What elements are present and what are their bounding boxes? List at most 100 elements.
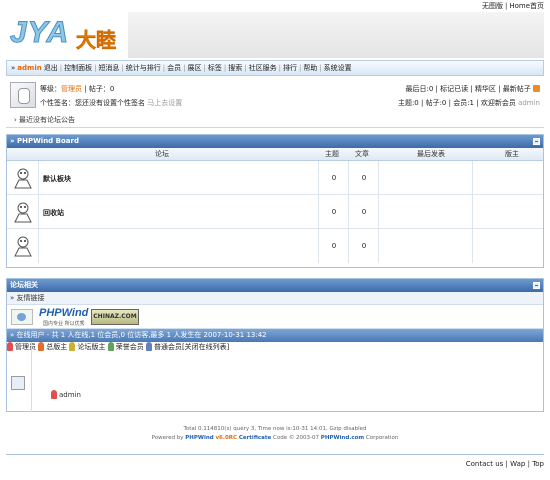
- nav-bullet: »: [11, 64, 16, 72]
- legend-member: 普通会员[关闭在线列表]: [145, 342, 229, 351]
- level-value: 管理员: [61, 85, 82, 93]
- nav-item-showcase[interactable]: 展区: [188, 63, 202, 73]
- notice-bullet: ›: [14, 116, 17, 124]
- forum-name[interactable]: 默认板块: [43, 174, 71, 184]
- post-count: | 帖子：0: [84, 85, 115, 93]
- notice-line: › 最近没有论坛公告: [14, 115, 75, 125]
- forum-row[interactable]: 回收站 0 0: [7, 195, 543, 229]
- legend-moderator: 论坛版主: [69, 342, 105, 351]
- quick-links: 最后日:0 | 标记已读 | 精华区 | 最新帖子: [405, 84, 540, 94]
- main-nav: » admin 退出 | 控制面板 | 短消息 | 统计与排行 | 会员 | 展区 | 标签…: [6, 60, 544, 76]
- forum-board: » PHPWind Board 论坛 主题 文章 最后发表 版主 默认板块 0 …: [6, 134, 544, 268]
- forum-icon-cell: [7, 195, 39, 229]
- site-logo[interactable]: JYA 大睦: [6, 12, 128, 58]
- separator: |: [94, 64, 97, 72]
- separator: |: [470, 85, 473, 93]
- nav-item-search[interactable]: 搜索: [228, 63, 242, 73]
- footer-debug-line: Total 0.114810(s) query 3, Time now is:1…: [183, 426, 367, 432]
- nav-item-help[interactable]: 帮助: [303, 63, 317, 73]
- separator: |: [278, 64, 281, 72]
- logo-latin: JYA: [9, 16, 70, 50]
- board-title-bar: » PHPWind Board: [7, 135, 543, 148]
- powered-by: Powered by: [151, 435, 184, 441]
- online-user[interactable]: admin: [51, 390, 81, 399]
- close-online-list-link[interactable]: [关闭在线列表]: [182, 343, 229, 351]
- nav-item-logout[interactable]: 退出: [44, 63, 58, 73]
- legend-label: 普通会员: [153, 343, 182, 351]
- pawn-icon: [107, 342, 114, 351]
- top-links: 无图版 | Home首页: [482, 1, 544, 11]
- group-legend: 管理员 总版主 论坛版主 荣誉会员 普通会员[关闭在线列表]: [7, 342, 543, 352]
- nav-item-ranking[interactable]: 排行: [283, 63, 297, 73]
- bottom-links: Contact us | Wap | Top: [466, 460, 544, 468]
- level-label: 等级：: [40, 85, 61, 93]
- collapse-icon[interactable]: [533, 282, 540, 289]
- forum-name-cell: [39, 195, 319, 229]
- nav-item-members[interactable]: 会员: [167, 63, 181, 73]
- pawn-icon: [38, 342, 45, 351]
- forum-posts: 0: [361, 242, 367, 250]
- phpwind-link[interactable]: PHPWind: [39, 307, 88, 319]
- mark-read-link[interactable]: 标记已读: [440, 85, 468, 93]
- online-username: admin: [59, 391, 81, 399]
- nav-item-tags[interactable]: 标签: [208, 63, 222, 73]
- user-level-line: 等级：管理员 | 帖子：0: [40, 84, 114, 94]
- contact-link[interactable]: Contact us: [466, 460, 504, 468]
- separator: |: [435, 85, 438, 93]
- chinaz-link[interactable]: CHINAZ.COM: [91, 309, 139, 325]
- nav-item-settings[interactable]: 系统设置: [324, 63, 352, 73]
- forum-stats-text: 主题:0 | 帖子:0 | 会员:1 | 欢迎新会员: [397, 99, 516, 107]
- wap-link[interactable]: Wap: [510, 460, 525, 468]
- latest-posts-link[interactable]: 最新帖子: [503, 85, 531, 93]
- rss-icon[interactable]: [533, 85, 540, 92]
- forum-row[interactable]: 0 0: [7, 229, 543, 263]
- online-users-title: » 在线用户 - 共 1 人在线,1 位会员,0 位访客,最多 1 人发生在 2…: [10, 331, 267, 339]
- set-signature-link[interactable]: 马上去设置: [147, 99, 182, 107]
- separator: |: [203, 64, 206, 72]
- col-moderator: 版主: [505, 150, 519, 158]
- forum-stats: 主题:0 | 帖子:0 | 会员:1 | 欢迎新会员 admin: [398, 98, 540, 108]
- user-info-panel: 等级：管理员 | 帖子：0 个性签名：您还没有设置个性签名 马上去设置 › 最近…: [6, 78, 544, 128]
- divider: [31, 342, 32, 412]
- nav-item-control-panel[interactable]: 控制面板: [64, 63, 92, 73]
- forum-status-icon: [14, 202, 32, 223]
- collapse-icon[interactable]: [533, 138, 540, 145]
- nav-item-stats[interactable]: 统计与排行: [126, 63, 161, 73]
- home-link[interactable]: Home首页: [509, 2, 544, 10]
- board-column-header: 论坛 主题 文章 最后发表 版主: [7, 148, 543, 161]
- new-member-link[interactable]: admin: [518, 99, 540, 107]
- forum-related-section: 论坛相关 » 友情链接 PHPWind 国内专业 所以优秀 CHINAZ.COM…: [6, 278, 544, 412]
- col-forum: 论坛: [155, 150, 169, 158]
- separator: |: [183, 64, 186, 72]
- forum-status-icon: [14, 168, 32, 189]
- pawn-icon: [7, 342, 13, 351]
- col-topics: 主题: [325, 150, 339, 158]
- forum-name[interactable]: 回收站: [43, 208, 64, 218]
- nav-item-services[interactable]: 社区服务: [249, 63, 277, 73]
- pawn-icon: [145, 342, 152, 351]
- last-post-cell: [379, 195, 473, 229]
- separator: |: [505, 460, 508, 468]
- certificate-link[interactable]: Certificate: [239, 435, 271, 441]
- digest-link[interactable]: 精华区: [475, 85, 496, 93]
- separator: |: [504, 2, 508, 10]
- top-link[interactable]: Top: [532, 460, 544, 468]
- forum-posts: 0: [361, 174, 367, 182]
- forum-name-cell: [39, 229, 319, 263]
- simple-version-link[interactable]: 无图版: [482, 2, 503, 10]
- related-title-bar: 论坛相关: [7, 279, 543, 292]
- forum-row[interactable]: 默认板块 0 0: [7, 161, 543, 195]
- legend-super-mod: 总版主: [38, 342, 67, 351]
- separator: |: [298, 64, 302, 72]
- nav-username[interactable]: admin: [17, 64, 41, 72]
- phpwind-brand[interactable]: PHPWind: [185, 435, 213, 441]
- friend-links-header: » 友情链接: [7, 292, 543, 305]
- separator: |: [244, 64, 247, 72]
- legend-label: 荣誉会员: [115, 343, 144, 351]
- phpwind-com-link[interactable]: PHPWind.com: [321, 435, 364, 441]
- separator: |: [59, 64, 63, 72]
- avatar[interactable]: [10, 82, 36, 108]
- forum-topics: 0: [331, 242, 337, 250]
- online-users-bar[interactable]: » 在线用户 - 共 1 人在线,1 位会员,0 位访客,最多 1 人发生在 2…: [7, 329, 543, 342]
- nav-item-messages[interactable]: 短消息: [98, 63, 119, 73]
